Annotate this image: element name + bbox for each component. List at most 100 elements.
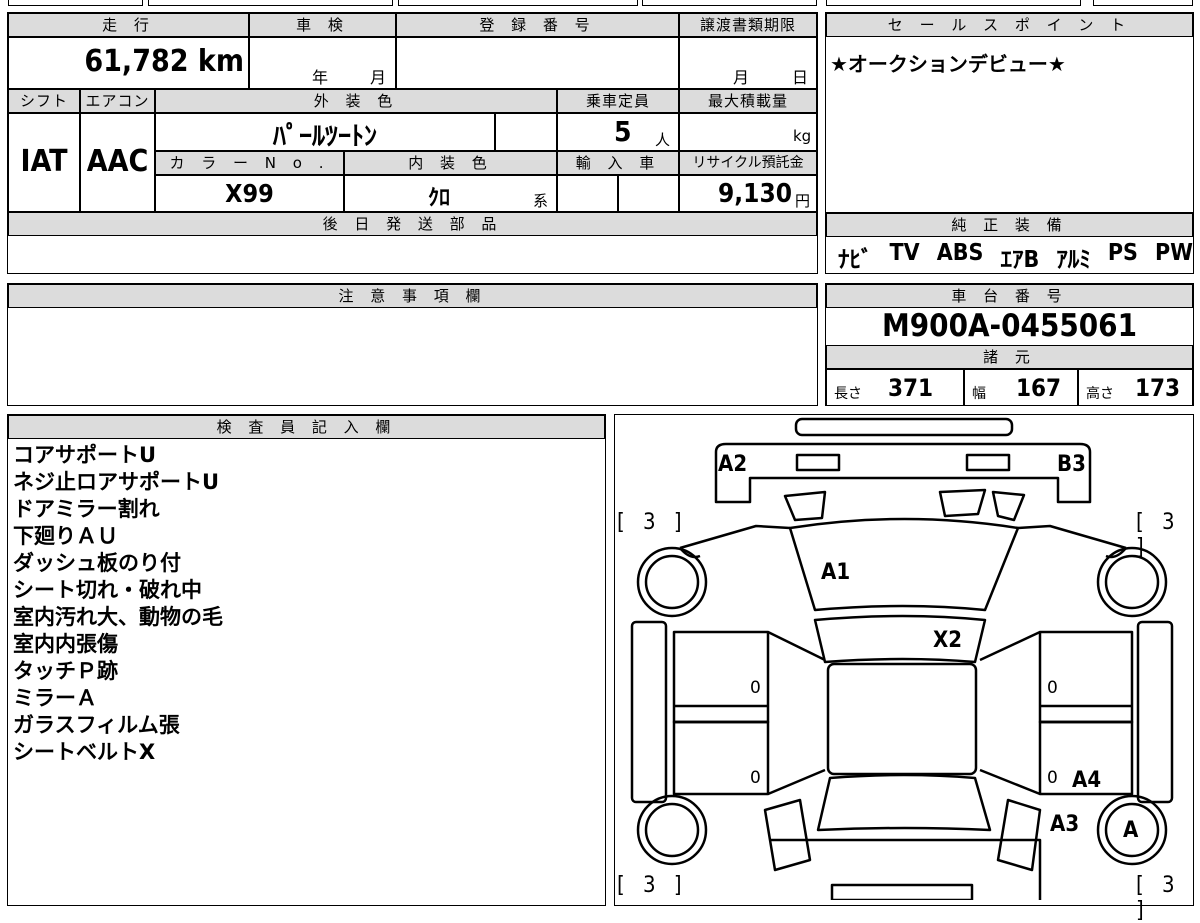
shift-value: IAT xyxy=(20,144,68,179)
door-zero-rl: 0 xyxy=(750,768,761,788)
equip-alloy: ｱﾙﾐ xyxy=(1056,247,1091,273)
aircon-header: エアコン xyxy=(80,89,155,113)
car-diagram xyxy=(630,417,1174,900)
rear-quarter-left-shape xyxy=(763,798,812,872)
note-line: シートベルトX xyxy=(13,740,156,764)
note-line: コアサポートU xyxy=(13,443,157,467)
genuine-equipment-list: ﾅﾋﾞ TV ABS ｴｱB ｱﾙﾐ PS PW xyxy=(838,240,1193,274)
door-zero-rr: 0 xyxy=(1047,768,1058,788)
grille-right-shape xyxy=(991,490,1026,522)
top-strip xyxy=(0,0,1200,7)
interior-color-header: 内 装 色 xyxy=(344,151,557,175)
damage-b3: B3 xyxy=(1057,452,1086,477)
chassis-number-header: 車 台 番 号 xyxy=(826,284,1193,308)
exterior-color-header: 外 装 色 xyxy=(155,89,557,113)
height-value: 173 xyxy=(1135,374,1181,402)
damage-a2: A2 xyxy=(718,452,748,477)
damage-a4: A4 xyxy=(1072,768,1102,793)
note-line: 室内内張傷 xyxy=(13,632,118,656)
damage-a1: A1 xyxy=(821,560,851,585)
door-zero-fl: 0 xyxy=(750,678,761,698)
color-no-value: X99 xyxy=(225,179,274,208)
chassis-number-value: M900A-0455061 xyxy=(882,308,1137,344)
damage-x2: X2 xyxy=(933,628,963,653)
import-cell-left xyxy=(557,175,618,212)
import-header: 輸 入 車 xyxy=(557,151,679,175)
max-load-unit: kg xyxy=(793,127,812,145)
inspector-notes: コアサポートU ネジ止ロアサポートU ドアミラー割れ 下廻りＡＵ ダッシュ板のり… xyxy=(13,442,223,766)
recycle-unit: 円 xyxy=(795,192,811,210)
mileage-header: 走 行 xyxy=(8,13,249,37)
shift-header: シフト xyxy=(8,89,80,113)
note-line: シート切れ・破れ中 xyxy=(13,578,202,602)
interior-suffix: 系 xyxy=(533,192,549,210)
note-line: 室内汚れ大、動物の毛 xyxy=(13,605,223,629)
note-line: ミラーＡ xyxy=(13,686,97,710)
mileage-value: 61,782 km xyxy=(8,44,244,79)
shaken-month-label: 月 xyxy=(370,68,387,87)
mileage-unit: km xyxy=(197,44,244,79)
height-label: 高さ xyxy=(1086,386,1114,402)
equip-navi: ﾅﾋﾞ xyxy=(838,247,873,273)
shaken-year-label: 年 xyxy=(312,68,329,87)
equip-tv: TV xyxy=(889,240,920,266)
grille-mid-shape xyxy=(938,488,987,518)
exterior-color-value: ﾊﾟｰﾙﾂｰﾄﾝ xyxy=(272,122,377,152)
note-line: 下廻りＡＵ xyxy=(13,524,118,548)
sales-point-text: ★オークションデビュー★ xyxy=(830,52,1066,76)
deadline-month-label: 月 xyxy=(733,68,750,87)
recycle-fee-value: 9,130 xyxy=(718,179,792,209)
later-parts-header: 後 日 発 送 部 品 xyxy=(8,212,817,236)
tire-rr-grade: [ 3 ] xyxy=(1136,873,1181,923)
right-skirt-shape xyxy=(1136,620,1174,804)
sales-point-box xyxy=(825,12,1194,213)
left-skirt-shape xyxy=(630,620,668,804)
width-value: 167 xyxy=(1016,374,1062,402)
registration-header: 登 録 番 号 xyxy=(396,13,679,37)
registration-cell xyxy=(396,37,679,89)
tire-rl-grade: [ 3 ] xyxy=(617,873,688,898)
interior-color-value: ｸﾛ xyxy=(427,186,450,211)
headlight-left-shape xyxy=(795,453,841,472)
recycle-header: リサイクル預託金 xyxy=(679,151,817,175)
door-front-left-shape xyxy=(672,630,770,724)
door-front-right-shape xyxy=(1038,630,1134,724)
deadline-day-label: 日 xyxy=(792,68,809,87)
exterior-color-extra-cell xyxy=(495,113,557,151)
import-cell-right xyxy=(618,175,679,212)
inspector-header: 検 査 員 記 入 欄 xyxy=(8,415,605,439)
genuine-equipment-header: 純 正 装 備 xyxy=(826,213,1193,237)
note-line: ドアミラー割れ xyxy=(13,497,160,521)
equip-pw: PW xyxy=(1154,240,1193,266)
note-line: ネジ止ロアサポートU xyxy=(13,470,220,494)
equip-abs: ABS xyxy=(936,240,984,266)
damage-a-wheel: A xyxy=(1123,818,1139,843)
note-line: ガラスフィルム張 xyxy=(13,713,180,737)
sales-point-header: セ ー ル ス ポ イ ン ト xyxy=(826,13,1193,37)
note-line: タッチＰ跡 xyxy=(13,659,118,683)
rear-quarter-right-shape xyxy=(996,798,1042,872)
wheel-fl-shape xyxy=(636,546,708,618)
a-pillar-shape xyxy=(679,524,1127,550)
specs-header: 諸 元 xyxy=(826,345,1193,369)
note-line: ダッシュ板のり付 xyxy=(13,551,181,575)
capacity-header: 乗車定員 xyxy=(557,89,679,113)
equip-ps: PS xyxy=(1107,240,1138,266)
rear-bumper-shape xyxy=(830,883,974,900)
tire-fr-grade: [ 3 ] xyxy=(1136,510,1181,560)
roof-shape xyxy=(826,662,978,776)
headlight-right-shape xyxy=(965,453,1011,472)
grille-left-shape xyxy=(783,490,827,522)
damage-a3: A3 xyxy=(1050,812,1080,837)
length-label: 長さ xyxy=(834,386,862,402)
cautions-header: 注 意 事 項 欄 xyxy=(8,284,817,308)
mileage-number: 61,782 xyxy=(84,44,189,79)
door-zero-fr: 0 xyxy=(1047,678,1058,698)
shaken-header: 車 検 xyxy=(249,13,396,37)
length-value: 371 xyxy=(888,374,934,402)
capacity-unit: 人 xyxy=(655,131,671,149)
aircon-value: AAC xyxy=(86,144,149,179)
max-load-header: 最大積載量 xyxy=(679,89,817,113)
front-panel-shape xyxy=(714,442,1092,504)
front-bumper-shape xyxy=(794,417,1014,437)
